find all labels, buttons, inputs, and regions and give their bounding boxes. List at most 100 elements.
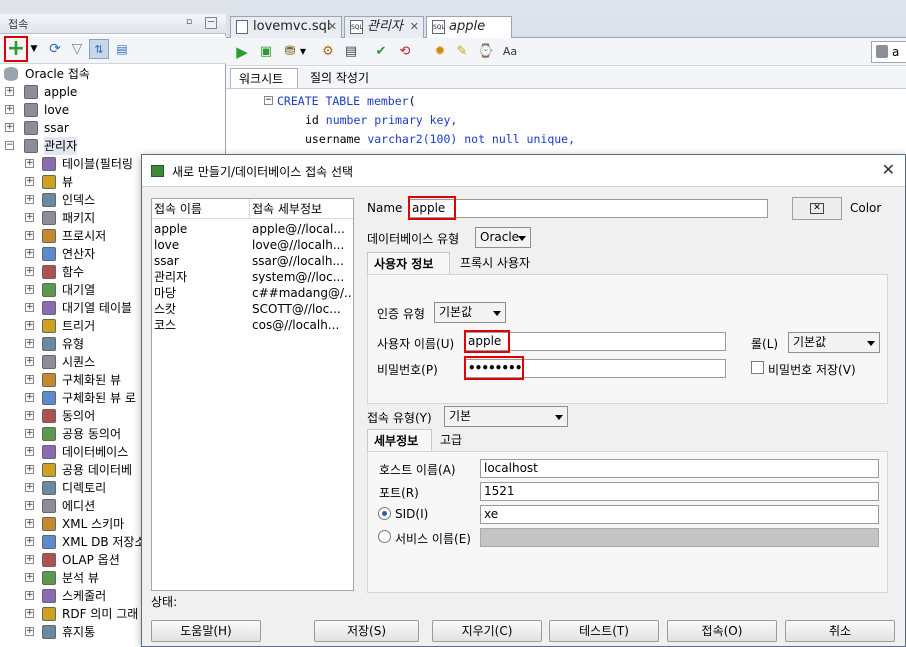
service-name-radio[interactable]	[378, 530, 391, 543]
commit-icon[interactable]: ⛃	[280, 42, 300, 62]
name-field[interactable]: apple	[408, 199, 768, 218]
collapse-icon[interactable]: −	[5, 141, 14, 150]
rollback-icon[interactable]: ⟲	[395, 42, 415, 62]
close-tab-icon[interactable]: ✕	[410, 17, 419, 37]
list-item-conn-name[interactable]: ssar	[154, 253, 248, 269]
list-item-conn-details[interactable]: ssar@//localh...	[252, 253, 352, 269]
expand-icon[interactable]: +	[25, 213, 34, 222]
list-item-conn-details[interactable]: cos@//localh...	[252, 317, 352, 333]
run-script-icon[interactable]: ▣	[256, 42, 276, 62]
tree-node[interactable]: − 관리자	[0, 137, 226, 155]
role-select[interactable]: 기본값	[788, 332, 880, 353]
tab-user-info[interactable]: 사용자 정보	[367, 252, 450, 274]
port-field[interactable]: 1521	[480, 482, 879, 501]
list-item-conn-details[interactable]: SCOTT@//loc...	[252, 301, 352, 317]
test-button[interactable]: 테스트(T)	[549, 620, 659, 642]
tree-node[interactable]: + love	[0, 101, 226, 119]
sql-tuning-icon[interactable]: ✹	[430, 42, 450, 62]
expand-icon[interactable]: +	[25, 177, 34, 186]
commit-check-icon[interactable]: ✔	[371, 42, 391, 62]
expand-icon[interactable]: +	[25, 267, 34, 276]
host-field[interactable]: localhost	[480, 459, 879, 478]
expand-icon[interactable]: +	[25, 303, 34, 312]
new-connection-dropdown-icon[interactable]: ▼	[29, 39, 39, 59]
expand-icon[interactable]: +	[25, 519, 34, 528]
explain-plan-icon[interactable]: ⚙	[318, 42, 338, 62]
expand-icon[interactable]: +	[25, 573, 34, 582]
tab-apple[interactable]: SQL apple	[426, 16, 512, 38]
clear-icon[interactable]: ✎	[452, 42, 472, 62]
list-item-conn-name[interactable]: 마당	[154, 285, 248, 301]
refresh-icon[interactable]: ⟳	[45, 39, 65, 59]
tree-node[interactable]: + ssar	[0, 119, 226, 137]
sql-editor[interactable]: − CREATE TABLE member( id number primary…	[232, 90, 906, 160]
new-connection-add-icon[interactable]: +	[6, 38, 26, 60]
close-tab-icon[interactable]: ✕	[328, 17, 337, 37]
filter-icon[interactable]: ▽	[67, 39, 87, 59]
expand-icon[interactable]: +	[25, 447, 34, 456]
dropdown-icon[interactable]: ▼	[298, 42, 308, 62]
expand-icon[interactable]: +	[25, 339, 34, 348]
expand-icon[interactable]: +	[25, 357, 34, 366]
tab-lovemvc-sql[interactable]: lovemvc.sql ✕	[230, 16, 342, 38]
autotrace-icon[interactable]: ▤	[341, 42, 361, 62]
expand-icon[interactable]: +	[25, 501, 34, 510]
expand-icon[interactable]: +	[25, 609, 34, 618]
sid-radio[interactable]	[378, 507, 391, 520]
history-icon[interactable]: ⌚	[476, 42, 496, 62]
panel-menu-icon[interactable]: ▫	[183, 17, 195, 29]
expand-icon[interactable]: +	[25, 555, 34, 564]
list-item-conn-name[interactable]: 관리자	[154, 269, 248, 285]
expand-icon[interactable]: +	[25, 249, 34, 258]
minimize-button[interactable]: －	[205, 17, 217, 29]
expand-icon[interactable]: +	[25, 429, 34, 438]
cancel-button[interactable]: 취소	[785, 620, 895, 642]
tab-admin[interactable]: SQL 관리자 ✕	[344, 16, 424, 38]
tab-details[interactable]: 세부정보	[367, 429, 432, 451]
column-header-conn-name[interactable]: 접속 이름	[152, 199, 250, 219]
list-item-conn-name[interactable]: love	[154, 237, 248, 253]
expand-icon[interactable]: +	[5, 105, 14, 114]
expand-icon[interactable]: +	[25, 411, 34, 420]
conn-type-select[interactable]: 기본	[444, 406, 568, 427]
expand-icon[interactable]: +	[25, 321, 34, 330]
fold-toggle-icon[interactable]: −	[264, 96, 273, 105]
expand-icon[interactable]: +	[25, 375, 34, 384]
expand-icon[interactable]: +	[25, 591, 34, 600]
expand-icon[interactable]: +	[25, 231, 34, 240]
tab-advanced[interactable]: 고급	[434, 429, 468, 451]
connect-button[interactable]: 접속(O)	[667, 620, 777, 642]
expand-icon[interactable]: +	[5, 87, 14, 96]
list-item-conn-name[interactable]: 스캇	[154, 301, 248, 317]
list-item-conn-details[interactable]: love@//localh...	[252, 237, 352, 253]
expand-icon[interactable]: +	[25, 465, 34, 474]
schema-browser-icon[interactable]: ⇅	[89, 39, 109, 59]
expand-icon[interactable]: +	[25, 285, 34, 294]
tab-query-builder[interactable]: 질의 작성기	[302, 68, 377, 88]
connection-combo[interactable]: a	[871, 41, 906, 63]
expand-icon[interactable]: +	[25, 393, 34, 402]
list-item-conn-details[interactable]: system@//loc...	[252, 269, 352, 285]
tab-worksheet[interactable]: 워크시트	[230, 68, 298, 88]
list-item-conn-details[interactable]: apple@//local...	[252, 221, 352, 237]
save-button[interactable]: 저장(S)	[314, 620, 419, 642]
tree-node[interactable]: + apple	[0, 83, 226, 101]
expand-icon[interactable]: +	[25, 627, 34, 636]
expand-icon[interactable]: +	[25, 483, 34, 492]
format-case-icon[interactable]: Aa	[500, 42, 520, 62]
auth-type-select[interactable]: 기본값	[434, 302, 506, 323]
tab-proxy-user[interactable]: 프록시 사용자	[454, 252, 536, 274]
column-header-conn-details[interactable]: 접속 세부정보	[250, 199, 353, 219]
expand-icon[interactable]: +	[25, 195, 34, 204]
save-password-checkbox[interactable]	[751, 361, 764, 374]
list-item-conn-details[interactable]: c##madang@/...	[252, 285, 352, 301]
run-statement-icon[interactable]: ▶	[232, 42, 252, 62]
manage-connections-icon[interactable]: ▤	[112, 39, 132, 59]
close-icon[interactable]: ✕	[882, 160, 895, 179]
clear-button[interactable]: 지우기(C)	[432, 620, 542, 642]
sid-field[interactable]: xe	[480, 505, 879, 524]
expand-icon[interactable]: +	[5, 123, 14, 132]
list-item-conn-name[interactable]: 코스	[154, 317, 248, 333]
db-type-select[interactable]: Oracle	[475, 227, 531, 248]
color-button[interactable]: ✕	[792, 197, 842, 220]
